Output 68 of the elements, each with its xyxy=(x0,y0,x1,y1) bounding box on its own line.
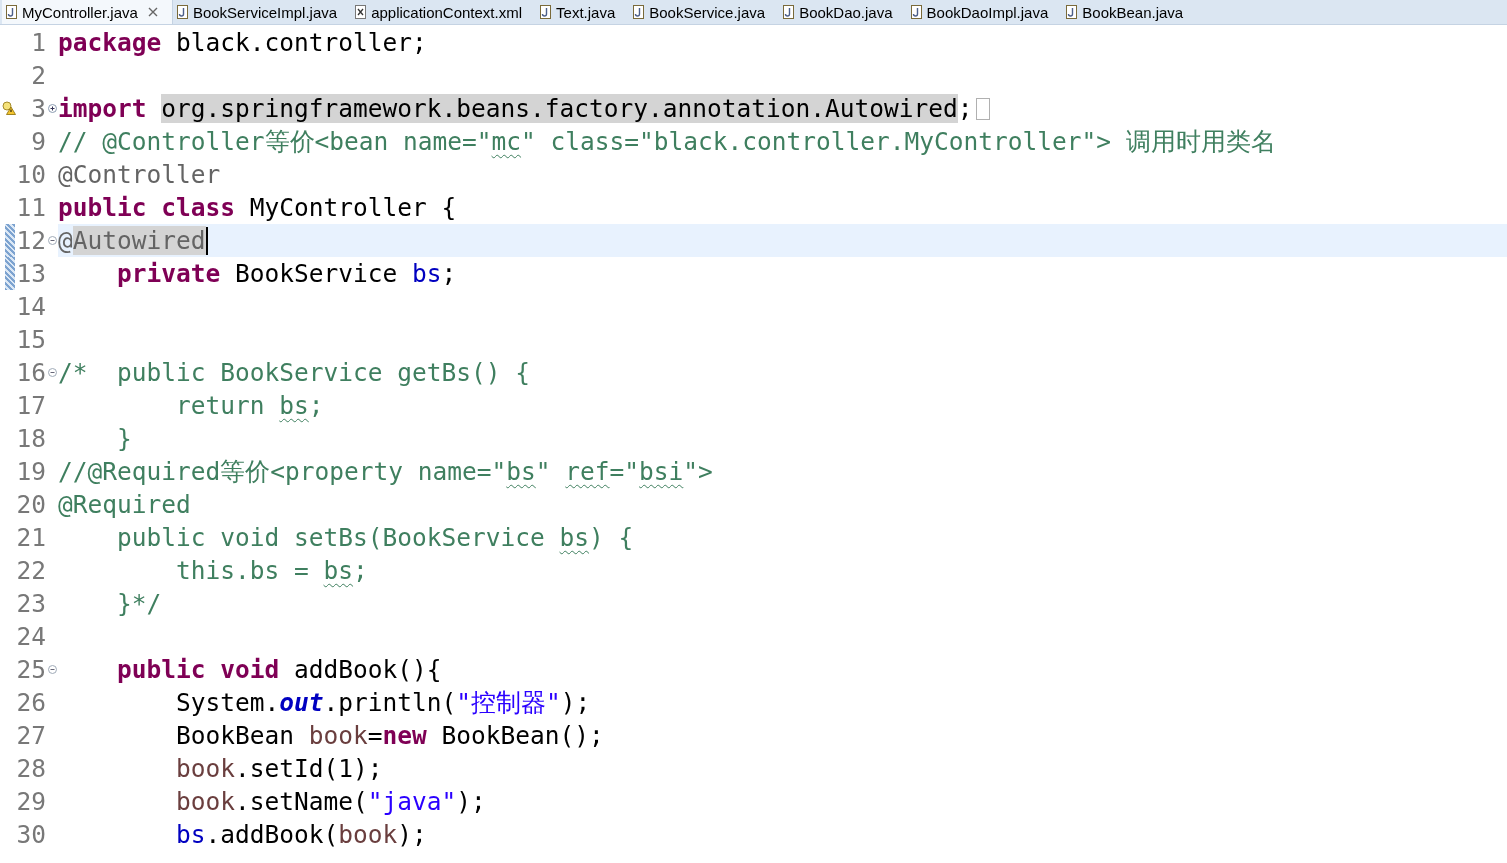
code-line: /* public BookService getBs() { xyxy=(58,358,530,387)
file-tab[interactable]: Text.java xyxy=(536,0,630,24)
code-line: } xyxy=(116,424,132,453)
line-number: 26 xyxy=(15,688,46,717)
xml-file-icon xyxy=(354,4,368,20)
line-number: 14 xyxy=(15,292,46,321)
warning-bulb-icon[interactable] xyxy=(2,100,16,115)
code-line: private BookService bs; xyxy=(116,259,457,288)
line-number: 28 xyxy=(15,754,46,783)
code-line: System.out.println("控制器"); xyxy=(175,687,591,719)
close-icon[interactable] xyxy=(147,7,158,17)
line-number: 23 xyxy=(15,589,46,618)
code-line: @Controller xyxy=(58,160,221,189)
fold-collapse-icon[interactable] xyxy=(47,236,57,245)
line-number: 22 xyxy=(15,556,46,585)
line-number: 20 xyxy=(15,490,46,519)
java-file-icon xyxy=(175,4,189,20)
line-number: 1 xyxy=(30,28,46,57)
line-number: 27 xyxy=(15,721,46,750)
line-number: 9 xyxy=(30,127,46,156)
code-line: bs.addBook(book); xyxy=(175,820,427,849)
code-line: book.setId(1); xyxy=(175,754,383,783)
line-number: 25 xyxy=(15,655,46,684)
line-number: 13 xyxy=(15,259,46,288)
file-tab[interactable]: applicationContext.xml xyxy=(351,0,537,24)
line-number: 12 xyxy=(15,226,46,255)
java-file-icon xyxy=(782,4,796,20)
file-tab[interactable]: MyController.java xyxy=(2,0,173,24)
java-file-icon xyxy=(5,4,18,20)
line-number: 10 xyxy=(15,160,46,189)
java-file-icon xyxy=(632,4,646,20)
code-line: BookBean book=new BookBean(); xyxy=(175,721,604,750)
code-line: public void setBs(BookService bs) { xyxy=(116,523,634,552)
code-line: }*/ xyxy=(116,589,162,618)
file-tab[interactable]: BookServiceImpl.java xyxy=(172,0,352,24)
fold-expand-icon[interactable] xyxy=(47,104,57,113)
file-tab[interactable]: BookService.java xyxy=(629,0,780,24)
code-line: @Autowired xyxy=(58,226,206,255)
line-number: 21 xyxy=(15,523,46,552)
line-number: 30 xyxy=(15,820,46,849)
line-number: 15 xyxy=(15,325,46,354)
file-tab[interactable]: BookBean.java xyxy=(1062,0,1198,24)
line-number: 3 xyxy=(30,94,46,123)
line-number: 17 xyxy=(15,391,46,420)
java-file-icon xyxy=(909,4,923,20)
fold-collapse-icon[interactable] xyxy=(47,665,57,674)
line-number: 29 xyxy=(15,787,46,816)
line-number: 19 xyxy=(15,457,46,486)
code-line: @Required xyxy=(58,490,191,519)
code-line: //@Required等价<property name="bs" ref="bsi"> xyxy=(58,456,713,488)
code-line: book.setName("java"); xyxy=(175,787,486,816)
line-number: 18 xyxy=(15,424,46,453)
code-line: public void addBook(){ xyxy=(116,655,442,684)
file-tab[interactable]: BookDao.java xyxy=(779,0,907,24)
code-line: return bs; xyxy=(175,391,324,420)
code-line: // @Controller等价<bean name="mc" class="black.controller.MyController"> 调用时用类名 xyxy=(58,126,1276,158)
text-cursor xyxy=(205,226,208,255)
code-line: this.bs = bs; xyxy=(175,556,368,585)
line-number: 11 xyxy=(15,193,46,222)
line-number: 24 xyxy=(15,622,46,651)
line-number: 2 xyxy=(30,61,46,90)
code-line: public class MyController { xyxy=(58,193,457,222)
fold-collapse-icon[interactable] xyxy=(47,368,57,377)
line-number: 16 xyxy=(15,358,46,387)
java-file-icon xyxy=(539,4,553,20)
file-tab[interactable]: BookDaoImpl.java xyxy=(906,0,1063,24)
java-file-icon xyxy=(1065,4,1079,20)
code-line: package black.controller; xyxy=(58,28,427,57)
